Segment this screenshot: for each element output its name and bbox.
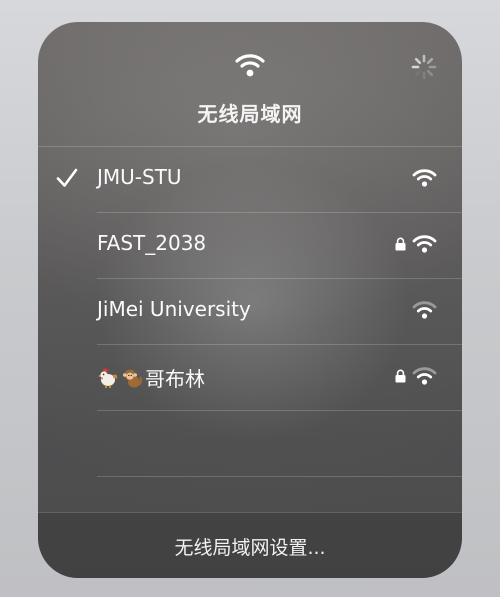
wifi-signal-full-icon	[412, 169, 437, 187]
network-row-goblin[interactable]: 哥布林	[38, 345, 462, 411]
lock-icon	[395, 369, 406, 383]
rooster-emoji-icon	[98, 368, 118, 388]
empty-row	[38, 411, 462, 477]
network-name: 哥布林	[145, 367, 205, 391]
network-name: FAST_2038	[97, 231, 207, 255]
wifi-panel: 无线局域网 JMU-STU FAST_2038 JiMei University	[38, 22, 462, 578]
wifi-settings-button[interactable]: 无线局域网设置...	[38, 513, 462, 578]
row-divider	[97, 476, 462, 477]
panel-title: 无线局域网	[197, 102, 303, 126]
wifi-icon	[235, 54, 265, 77]
network-row-fast-2038[interactable]: FAST_2038	[38, 213, 462, 279]
network-row-jmu-stu[interactable]: JMU-STU	[38, 147, 462, 213]
monkey-emoji-icon	[123, 369, 143, 388]
lock-icon	[395, 237, 406, 251]
network-name: JiMei University	[97, 297, 251, 321]
wifi-settings-label: 无线局域网设置...	[174, 537, 326, 559]
network-name-with-emoji: 哥布林	[97, 363, 205, 392]
network-name: JMU-STU	[97, 165, 182, 189]
wifi-signal-full-icon	[412, 235, 437, 253]
loading-spinner-icon	[411, 54, 437, 80]
wifi-signal-weak-icon	[412, 301, 437, 319]
wifi-signal-weak-icon	[412, 367, 437, 385]
network-row-jimei-university[interactable]: JiMei University	[38, 279, 462, 345]
checkmark-icon	[56, 168, 78, 187]
